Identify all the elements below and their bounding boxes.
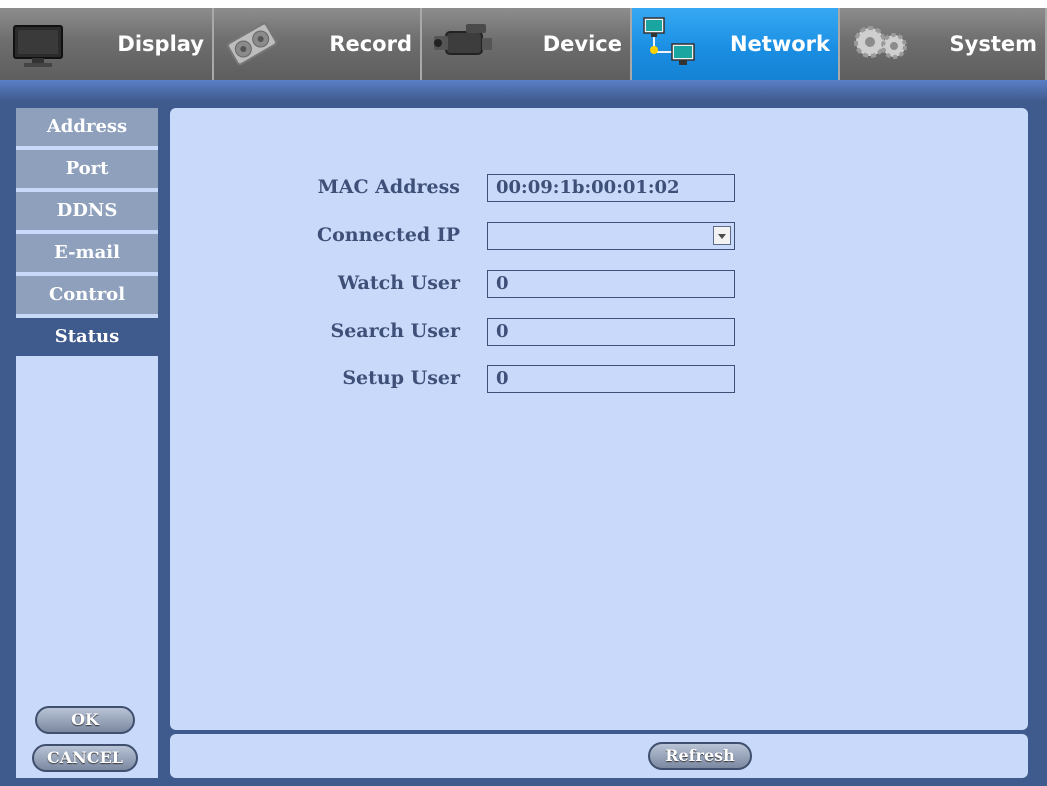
tab-network-label: Network bbox=[729, 32, 830, 56]
gears-icon bbox=[850, 16, 907, 72]
tab-system[interactable]: System bbox=[840, 8, 1047, 80]
refresh-button[interactable]: Refresh bbox=[648, 742, 752, 770]
sidebar-item-status[interactable]: Status bbox=[16, 318, 158, 358]
tab-record-label: Record bbox=[329, 32, 412, 56]
ok-button[interactable]: OK bbox=[35, 706, 135, 734]
footer-bar: Refresh bbox=[170, 734, 1028, 778]
mac-address-field: 00:09:1b:00:01:02 bbox=[487, 174, 735, 202]
main-menu-tabbar: Display Record Device Network System bbox=[0, 0, 1047, 88]
tab-display[interactable]: Display bbox=[0, 8, 214, 80]
cancel-button[interactable]: CANCEL bbox=[32, 744, 138, 772]
tab-system-label: System bbox=[949, 32, 1037, 56]
mac-address-label: MAC Address bbox=[317, 176, 460, 198]
video-camera-icon bbox=[432, 16, 492, 72]
tab-display-label: Display bbox=[117, 32, 204, 56]
network-sidebar: Address Port DDNS E-mail Control Status … bbox=[16, 108, 158, 778]
watch-user-label: Watch User bbox=[337, 272, 460, 294]
sidebar-item-port[interactable]: Port bbox=[16, 150, 158, 190]
setup-user-field: 0 bbox=[487, 365, 735, 393]
setup-user-label: Setup User bbox=[342, 367, 460, 389]
search-user-field: 0 bbox=[487, 318, 735, 346]
monitor-icon bbox=[10, 16, 66, 72]
sidebar-item-control[interactable]: Control bbox=[16, 276, 158, 316]
tab-device-label: Device bbox=[542, 32, 622, 56]
film-reel-icon bbox=[224, 16, 280, 72]
sidebar-item-address[interactable]: Address bbox=[16, 108, 158, 148]
tabbar-divider bbox=[0, 80, 1047, 102]
tab-record[interactable]: Record bbox=[214, 8, 422, 80]
chevron-down-icon[interactable] bbox=[713, 226, 731, 245]
tab-device[interactable]: Device bbox=[422, 8, 632, 80]
search-user-label: Search User bbox=[330, 320, 461, 342]
watch-user-field: 0 bbox=[487, 270, 735, 298]
tab-network[interactable]: Network bbox=[632, 8, 840, 80]
connected-ip-label: Connected IP bbox=[316, 224, 460, 246]
sidebar-item-email[interactable]: E-mail bbox=[16, 234, 158, 274]
network-computers-icon bbox=[642, 16, 698, 72]
status-panel: MAC Address 00:09:1b:00:01:02 Connected … bbox=[170, 108, 1028, 730]
connected-ip-dropdown[interactable] bbox=[487, 222, 735, 250]
sidebar-item-ddns[interactable]: DDNS bbox=[16, 192, 158, 232]
